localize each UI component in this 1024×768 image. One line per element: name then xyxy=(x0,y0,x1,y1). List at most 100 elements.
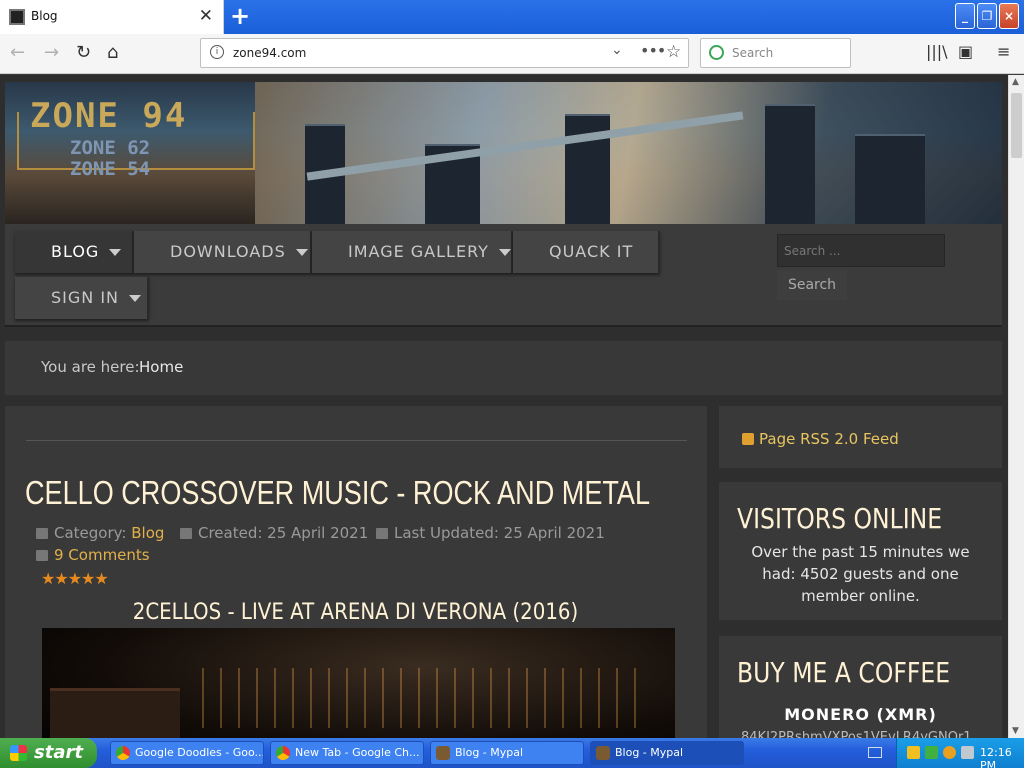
site-search-input[interactable]: Search ... xyxy=(777,234,945,267)
browser-toolbar: ← → ↻ ⌂ i zone94.com ⌄ ••• ☆ Search |||\… xyxy=(0,34,1024,74)
coffee-heading: BUY ME A COFFEE xyxy=(737,656,951,689)
calendar-icon xyxy=(180,528,192,539)
breadcrumb-home[interactable]: Home xyxy=(139,358,183,376)
site-search-button[interactable]: Search xyxy=(777,270,847,300)
article-category: Category: Blog xyxy=(36,524,164,542)
video-title: 2CELLOS - LIVE AT ARENA DI VERONA (2016) xyxy=(132,600,579,625)
created-date: Created: 25 April 2021 xyxy=(198,524,369,542)
reload-icon[interactable]: ↻ xyxy=(76,42,91,63)
chrome-icon xyxy=(276,746,290,760)
clock[interactable]: 12:16 PM xyxy=(980,746,1024,768)
scrollbar-thumb[interactable] xyxy=(1011,93,1022,158)
article-title[interactable]: CELLO CROSSOVER MUSIC - ROCK AND METAL xyxy=(25,474,650,512)
url-text[interactable]: zone94.com xyxy=(233,46,306,60)
start-label: start xyxy=(34,742,83,763)
comment-icon xyxy=(36,550,48,561)
task-label: New Tab - Google Ch... xyxy=(295,746,420,759)
nav-label: SIGN IN xyxy=(51,288,120,307)
chrome-icon xyxy=(116,746,130,760)
network-icon[interactable] xyxy=(925,746,938,759)
video-player[interactable] xyxy=(42,628,675,738)
video-lights xyxy=(202,668,642,728)
taskbar: start Google Doodles - Goo... New Tab - … xyxy=(0,738,1024,768)
maximize-button[interactable]: ❐ xyxy=(977,3,997,29)
folder-icon xyxy=(36,528,48,539)
search-tray-icon[interactable] xyxy=(943,746,956,759)
new-tab-button[interactable]: + xyxy=(230,2,250,30)
tab-title: Blog xyxy=(31,9,58,23)
sidebar-icon[interactable]: ▣ xyxy=(958,42,973,61)
taskbar-item-google-doodles[interactable]: Google Doodles - Goo... xyxy=(110,741,264,765)
browser-tab-blog[interactable]: Blog ✕ xyxy=(0,0,224,34)
scroll-up-icon[interactable]: ▲ xyxy=(1012,77,1019,87)
nav-label: DOWNLOADS xyxy=(170,242,286,261)
category-link[interactable]: Blog xyxy=(131,524,164,542)
close-window-button[interactable]: × xyxy=(999,3,1019,29)
menu-icon[interactable]: ≡ xyxy=(997,42,1010,61)
nav-item-image-gallery[interactable]: IMAGE GALLERY xyxy=(312,231,513,273)
site-info-icon[interactable]: i xyxy=(210,45,224,59)
nav-label: IMAGE GALLERY xyxy=(348,242,489,261)
site-logo[interactable]: ZONE 94 xyxy=(30,96,187,136)
visitors-text: Over the past 15 minutes we had: 4502 gu… xyxy=(751,543,970,605)
article-comments[interactable]: 9 Comments xyxy=(36,546,150,564)
banner-tower xyxy=(765,104,815,224)
breadcrumb-label: You are here: xyxy=(41,358,140,376)
comments-link[interactable]: 9 Comments xyxy=(54,546,150,564)
task-label: Blog - Mypal xyxy=(455,746,524,759)
close-tab-icon[interactable]: ✕ xyxy=(199,6,213,26)
logo-sub-1: ZONE 62 xyxy=(70,137,151,159)
article-updated: Last Updated: 25 April 2021 xyxy=(376,524,605,542)
site-banner: ZONE 94 ZONE 62 ZONE 54 xyxy=(5,82,1002,224)
rss-link[interactable]: Page RSS 2.0 Feed xyxy=(759,430,899,448)
task-label: Blog - Mypal xyxy=(615,746,684,759)
caret-down-icon xyxy=(109,249,122,256)
taskbar-item-blog-mypal-2[interactable]: Blog - Mypal xyxy=(590,741,744,765)
web-page: ZONE 94 ZONE 62 ZONE 54 BLOG DOWNLOADS I… xyxy=(0,75,1008,738)
bookmark-star-icon[interactable]: ☆ xyxy=(666,42,681,62)
back-icon[interactable]: ← xyxy=(10,42,25,63)
forward-icon[interactable]: → xyxy=(44,42,59,63)
page-scrollbar[interactable]: ▲ ▼ xyxy=(1008,75,1024,738)
nav-item-blog[interactable]: BLOG xyxy=(15,231,134,273)
url-bar[interactable]: i zone94.com ⌄ ••• ☆ xyxy=(200,38,689,68)
search-icon xyxy=(709,45,724,60)
security-shield-icon[interactable] xyxy=(907,746,920,759)
caret-down-icon xyxy=(129,295,142,302)
taskbar-item-new-tab[interactable]: New Tab - Google Ch... xyxy=(270,741,424,765)
video-arena-wall xyxy=(50,688,180,738)
monero-label: MONERO (XMR) xyxy=(784,705,937,724)
site-favicon-icon xyxy=(9,9,25,25)
windows-logo-icon xyxy=(10,745,27,761)
nav-item-sign-in[interactable]: SIGN IN xyxy=(15,277,149,319)
home-icon[interactable]: ⌂ xyxy=(107,42,118,63)
nav-item-downloads[interactable]: DOWNLOADS xyxy=(134,231,312,273)
scroll-down-icon[interactable]: ▼ xyxy=(1012,726,1019,736)
browser-search-placeholder: Search xyxy=(732,46,774,60)
caret-down-icon xyxy=(498,249,511,256)
nav-label: QUACK IT xyxy=(549,242,634,261)
rss-icon xyxy=(742,433,754,445)
rating-stars[interactable]: ★★★★★ xyxy=(41,569,109,588)
minimize-button[interactable]: _ xyxy=(955,3,975,29)
coffee-module: BUY ME A COFFEE MONERO (XMR) 84KI2PRshmV… xyxy=(719,636,1002,738)
logo-sub-2: ZONE 54 xyxy=(70,158,151,180)
task-label: Google Doodles - Goo... xyxy=(135,746,264,759)
main-navigation: BLOG DOWNLOADS IMAGE GALLERY QUACK IT SI… xyxy=(5,224,1002,327)
updated-date: Last Updated: 25 April 2021 xyxy=(394,524,605,542)
mypal-icon xyxy=(436,746,450,760)
page-actions-icon[interactable]: ••• xyxy=(640,41,666,60)
keyboard-icon[interactable] xyxy=(868,747,882,758)
volume-icon[interactable] xyxy=(961,746,974,759)
nav-item-quack-it[interactable]: QUACK IT xyxy=(513,231,660,273)
rss-module: Page RSS 2.0 Feed xyxy=(719,406,1002,468)
browser-search-input[interactable]: Search xyxy=(700,38,851,68)
library-icon[interactable]: |||\ xyxy=(926,42,948,61)
start-button[interactable]: start xyxy=(0,738,97,768)
mypal-icon xyxy=(596,746,610,760)
banner-tower xyxy=(855,134,925,224)
visitors-module: VISITORS ONLINE Over the past 15 minutes… xyxy=(719,482,1002,620)
taskbar-item-blog-mypal-1[interactable]: Blog - Mypal xyxy=(430,741,584,765)
chevron-down-icon[interactable]: ⌄ xyxy=(611,42,623,58)
nav-label: BLOG xyxy=(51,242,100,261)
